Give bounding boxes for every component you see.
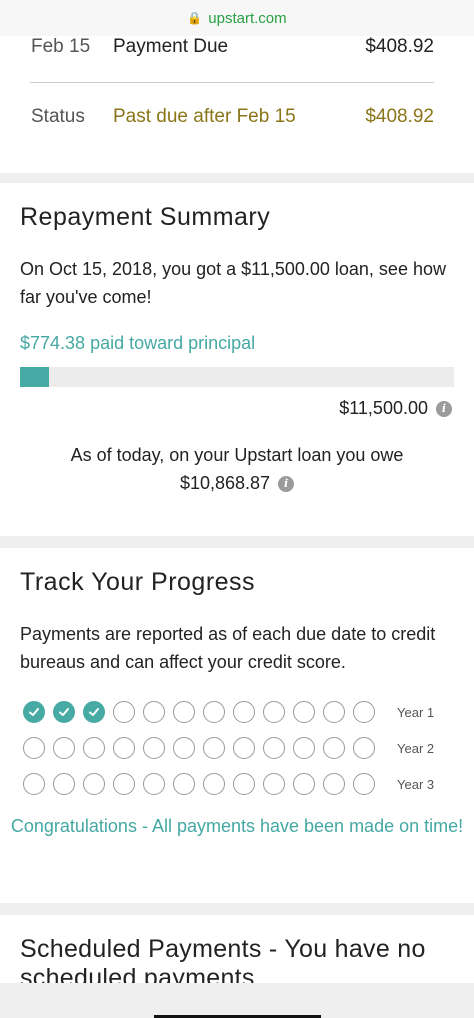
due-amount: $408.92	[365, 36, 434, 57]
payment-pending-icon	[53, 737, 75, 759]
payment-pending-icon	[143, 701, 165, 723]
status-row: Status Past due after Feb 15 $408.92	[31, 106, 434, 128]
principal-progress-fill	[20, 367, 50, 387]
payment-pending-icon	[83, 737, 105, 759]
payment-pending-icon	[173, 701, 195, 723]
payment-history-grid: Year 1 Year 2 Year 3	[23, 694, 434, 802]
payment-made-icon	[23, 701, 45, 723]
payment-made-icon	[53, 701, 75, 723]
info-icon[interactable]: i	[436, 400, 452, 417]
address-bar[interactable]: 🔒 upstart.com	[0, 0, 474, 37]
year-label: Year 2	[397, 740, 435, 756]
congrats-message: Congratulations - All payments have been…	[10, 816, 464, 836]
principal-paid: $774.38 paid toward principal	[20, 333, 256, 353]
payment-pending-icon	[293, 701, 315, 723]
year-row: Year 3	[23, 766, 434, 802]
year-label: Year 1	[397, 704, 435, 720]
payment-pending-icon	[113, 737, 135, 759]
due-date: Feb 15	[31, 36, 91, 57]
principal-progress-bar	[20, 367, 454, 387]
payment-pending-icon	[323, 701, 345, 723]
repayment-summary-title: Repayment Summary	[20, 203, 271, 231]
payment-pending-icon	[143, 737, 165, 759]
track-progress-card: Track Your Progress Payments are reporte…	[0, 548, 474, 903]
year-row: Year 1	[23, 694, 434, 730]
payment-pending-icon	[203, 773, 225, 795]
payment-pending-icon	[263, 701, 285, 723]
payment-pending-icon	[263, 773, 285, 795]
payment-pending-icon	[293, 773, 315, 795]
payment-pending-icon	[143, 773, 165, 795]
payment-pending-icon	[323, 773, 345, 795]
lock-icon: 🔒	[187, 11, 203, 25]
payment-pending-icon	[233, 773, 255, 795]
payment-pending-icon	[203, 737, 225, 759]
payment-pending-icon	[353, 773, 375, 795]
status-amount: $408.92	[365, 106, 434, 127]
divider	[30, 82, 434, 83]
payment-pending-icon	[233, 701, 255, 723]
status-text: Past due after Feb 15	[113, 106, 296, 127]
payment-pending-icon	[323, 737, 345, 759]
url-text: upstart.com	[208, 9, 287, 27]
progress-description: Payments are reported as of each due dat…	[20, 624, 436, 672]
payment-due-card: Feb 15 Payment Due $408.92 Status Past d…	[0, 36, 474, 173]
owe-text: As of today, on your Upstart loan you ow…	[70, 445, 404, 465]
payment-pending-icon	[173, 737, 195, 759]
due-label: Payment Due	[113, 36, 229, 57]
loan-total: $11,500.00 i	[339, 398, 452, 419]
payment-pending-icon	[113, 701, 135, 723]
repayment-intro: On Oct 15, 2018, you got a $11,500.00 lo…	[20, 259, 446, 307]
payment-pending-icon	[23, 773, 45, 795]
scheduled-payments-card: Scheduled Payments - You have no schedul…	[0, 915, 474, 983]
payment-pending-icon	[173, 773, 195, 795]
repayment-summary-card: Repayment Summary On Oct 15, 2018, you g…	[0, 183, 474, 536]
owe-amount-row: $10,868.87 i	[0, 473, 474, 494]
payment-pending-icon	[353, 701, 375, 723]
scheduled-payments-title: Scheduled Payments - You have no schedul…	[20, 935, 426, 983]
payment-pending-icon	[53, 773, 75, 795]
loan-total-amount: $11,500.00	[339, 398, 428, 418]
year-row: Year 2	[23, 730, 434, 766]
payment-pending-icon	[23, 737, 45, 759]
info-icon[interactable]: i	[278, 475, 295, 492]
payment-due-row: Feb 15 Payment Due $408.92	[31, 36, 434, 58]
track-progress-title: Track Your Progress	[20, 568, 256, 596]
status-label: Status	[31, 106, 85, 127]
payment-pending-icon	[83, 773, 105, 795]
payment-pending-icon	[113, 773, 135, 795]
year-label: Year 3	[397, 776, 435, 792]
owe-amount: $10,868.87	[179, 473, 271, 493]
payment-pending-icon	[353, 737, 375, 759]
payment-pending-icon	[203, 701, 225, 723]
payment-pending-icon	[263, 737, 285, 759]
payment-pending-icon	[293, 737, 315, 759]
payment-made-icon	[83, 701, 105, 723]
payment-pending-icon	[233, 737, 255, 759]
